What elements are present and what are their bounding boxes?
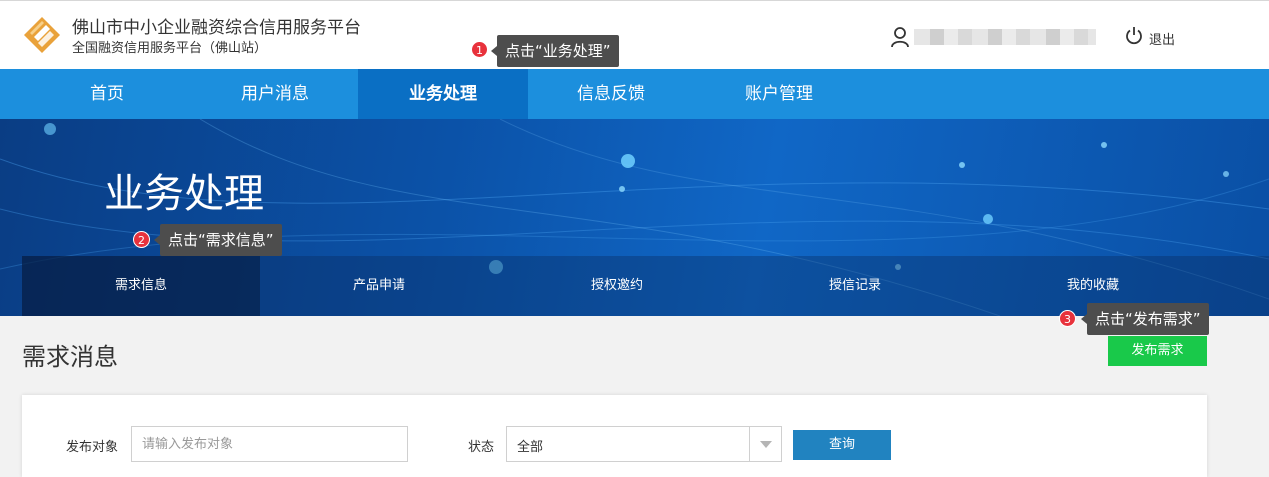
target-input[interactable] <box>131 426 408 462</box>
platform-logo-icon <box>24 17 60 53</box>
subnav-item-product-apply[interactable]: 产品申请 <box>260 256 498 316</box>
select-arrow[interactable] <box>749 427 781 461</box>
status-label: 状态 <box>468 440 495 455</box>
chevron-down-icon <box>760 441 772 448</box>
step-badge-3: 3 <box>1059 310 1076 327</box>
top-header: 佛山市中小企业融资综合信用服务平台 全国融资信用服务平台（佛山站） 退出 <box>0 0 1269 69</box>
step-badge-1: 1 <box>471 41 488 58</box>
site-title: 佛山市中小企业融资综合信用服务平台 <box>72 18 361 38</box>
status-select-value: 全部 <box>517 440 544 455</box>
main-nav: 首页 用户消息 业务处理 信息反馈 账户管理 <box>0 69 1269 119</box>
target-label: 发布对象 <box>66 440 119 455</box>
app-root: 佛山市中小企业融资综合信用服务平台 全国融资信用服务平台（佛山站） 退出 1 点… <box>0 0 1269 477</box>
tooltip-step-1: 点击“业务处理” <box>491 35 619 67</box>
step-badge-2: 2 <box>133 231 150 248</box>
subnav-item-auth-invite[interactable]: 授权邀约 <box>498 256 736 316</box>
banner-title: 业务处理 <box>104 171 264 217</box>
banner: 业务处理 需求信息 产品申请 授权邀约 授信记录 我的收藏 <box>0 119 1269 316</box>
nav-item-home[interactable]: 首页 <box>22 69 192 119</box>
power-icon[interactable] <box>1124 26 1144 46</box>
nav-item-user-messages[interactable]: 用户消息 <box>190 69 360 119</box>
user-name-redacted <box>914 29 1096 45</box>
subnav-item-credit-records[interactable]: 授信记录 <box>736 256 974 316</box>
site-subtitle: 全国融资信用服务平台（佛山站） <box>72 41 268 56</box>
logout-link[interactable]: 退出 <box>1149 29 1175 48</box>
subnav-item-demand-info[interactable]: 需求信息 <box>22 256 260 316</box>
nav-item-account[interactable]: 账户管理 <box>694 69 864 119</box>
user-icon <box>891 27 909 48</box>
nav-item-feedback[interactable]: 信息反馈 <box>526 69 696 119</box>
tooltip-step-2: 点击“需求信息” <box>154 224 282 256</box>
status-select[interactable]: 全部 <box>506 426 782 462</box>
sub-nav: 需求信息 产品申请 授权邀约 授信记录 我的收藏 <box>22 256 1269 316</box>
page-title: 需求消息 <box>22 343 118 371</box>
query-button[interactable]: 查询 <box>793 430 891 460</box>
tooltip-step-3: 点击“发布需求” <box>1081 303 1209 335</box>
publish-demand-button[interactable]: 发布需求 <box>1108 336 1207 366</box>
nav-item-business[interactable]: 业务处理 <box>358 69 528 119</box>
